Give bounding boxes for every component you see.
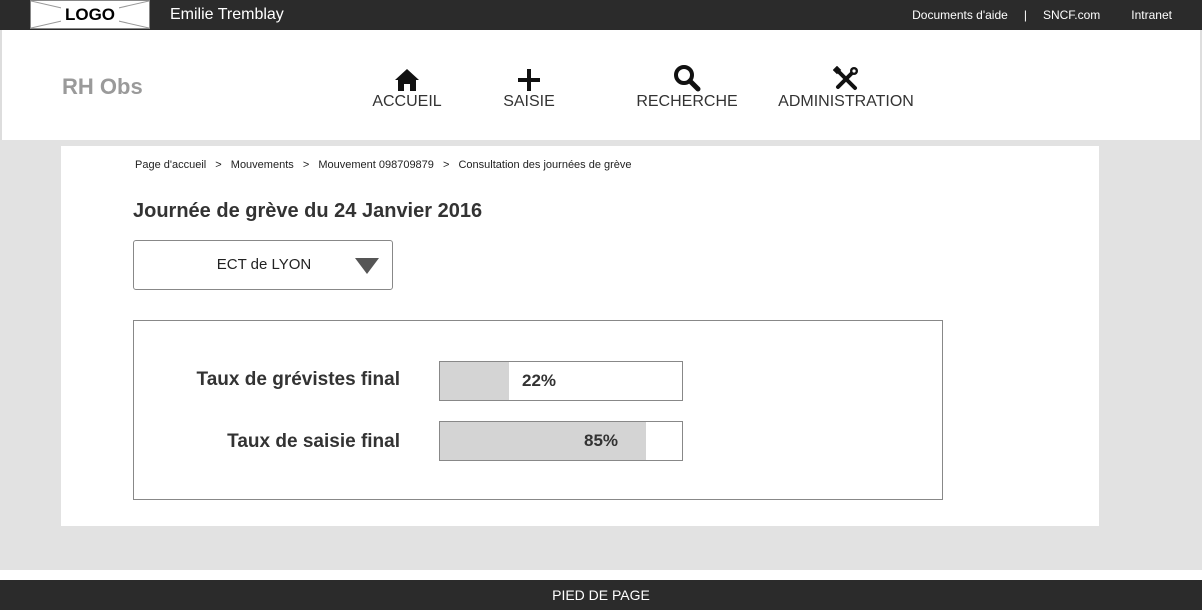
entry-rate-bar: 85%: [439, 421, 683, 461]
breadcrumb-item[interactable]: Mouvements: [231, 159, 294, 171]
user-name: Emilie Tremblay: [170, 6, 284, 23]
sncf-link[interactable]: SNCF.com: [1043, 8, 1100, 22]
breadcrumb-current: Consultation des journées de grève: [458, 159, 632, 171]
page-title: Journée de grève du 24 Janvier 2016: [133, 200, 483, 222]
nav-item-accueil[interactable]: ACCUEIL: [362, 64, 452, 111]
app-title[interactable]: RH Obs: [62, 74, 143, 100]
entry-rate-value: 85%: [584, 431, 619, 450]
home-icon: [395, 69, 419, 91]
footer: PIED DE PAGE: [0, 580, 1202, 610]
intranet-link[interactable]: Intranet: [1131, 8, 1172, 22]
help-documents-link[interactable]: Documents d'aide: [912, 8, 1008, 22]
strikers-rate-fill: [440, 362, 509, 400]
search-icon: [674, 65, 701, 92]
nav-item-recherche[interactable]: RECHERCHE: [628, 64, 746, 111]
link-separator: |: [1023, 8, 1027, 22]
tools-icon: [833, 66, 858, 90]
entry-rate-label: Taux de saisie final: [227, 431, 400, 452]
caret-down-icon: [355, 258, 379, 274]
nav-label: ADMINISTRATION: [778, 93, 914, 110]
breadcrumb-separator: >: [302, 159, 310, 171]
nav-item-saisie[interactable]: SAISIE: [484, 64, 574, 111]
plus-icon: [518, 69, 540, 91]
site-select[interactable]: ECT de LYON: [133, 240, 393, 290]
nav-label: RECHERCHE: [636, 93, 738, 110]
breadcrumb: Page d'accueil > Mouvements > Mouvement …: [135, 159, 632, 171]
nav-label: ACCUEIL: [372, 93, 442, 110]
stats-panel: Taux de grévistes final 22% Taux de sais…: [133, 320, 943, 500]
nav-item-administration[interactable]: ADMINISTRATION: [774, 64, 918, 111]
content-card: Page d'accueil > Mouvements > Mouvement …: [61, 146, 1099, 526]
breadcrumb-item[interactable]: Page d'accueil: [135, 159, 206, 171]
breadcrumb-separator: >: [442, 159, 450, 171]
nav-label: SAISIE: [503, 93, 555, 110]
top-links: Documents d'aide | SNCF.com Intranet: [912, 0, 1172, 30]
header: RH Obs ACCUEIL SAISIE RECHERCHE ADMINIST…: [0, 30, 1202, 140]
breadcrumb-item[interactable]: Mouvement 098709879: [318, 159, 434, 171]
breadcrumb-separator: >: [215, 159, 222, 171]
top-bar: LOGO Emilie Tremblay Documents d'aide | …: [0, 0, 1202, 30]
logo[interactable]: LOGO: [30, 0, 150, 29]
strikers-rate-bar: 22%: [439, 361, 683, 401]
strikers-rate-label: Taux de grévistes final: [196, 369, 400, 390]
logo-text: LOGO: [60, 5, 120, 24]
strikers-rate-value: 22%: [522, 371, 557, 390]
